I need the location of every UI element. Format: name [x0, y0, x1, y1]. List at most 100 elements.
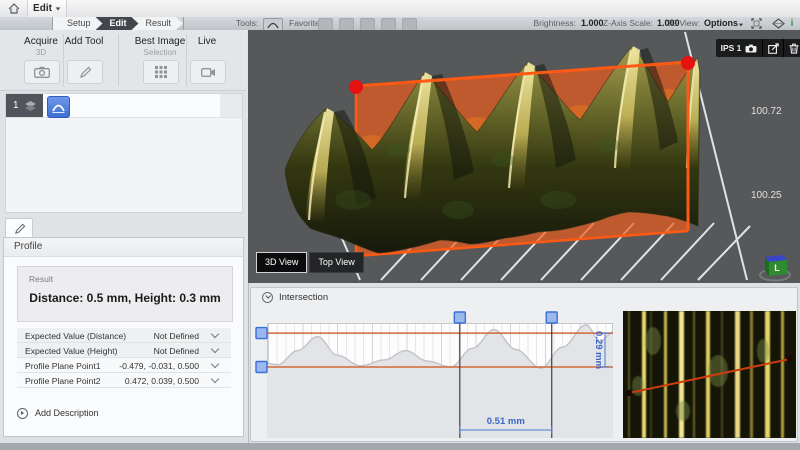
surface-layers-icon: [24, 100, 37, 112]
profile-curve-icon: [51, 100, 66, 114]
intersection-header: Intersection: [251, 288, 797, 306]
row-label: Expected Value (Distance): [25, 331, 126, 341]
pencil-icon: [13, 223, 26, 235]
intersection-title: Intersection: [279, 292, 328, 303]
height-measurement-label: 0.29 mm: [593, 331, 604, 369]
chevron-down-icon: [739, 24, 743, 27]
fit-view-button[interactable]: [748, 17, 764, 29]
favorite-slot[interactable]: [339, 18, 354, 31]
info-icon: i: [791, 18, 794, 29]
dataset-number: 1: [13, 100, 19, 111]
section-endpoint-1: [626, 390, 632, 396]
3d-viewport[interactable]: L IPS 1: [248, 30, 800, 283]
nav-cube-face-label: L: [774, 263, 780, 273]
profile-area-fill: [267, 325, 613, 438]
view-mode-switch: 3D View Top View: [256, 252, 364, 273]
status-strip: [0, 443, 800, 450]
favorite-slot[interactable]: [318, 18, 333, 31]
dataset-list: 1: [5, 93, 243, 213]
table-row[interactable]: Profile Plane Point1 -0.479, -0.031, 0.5…: [17, 358, 231, 373]
title-bar: Edit: [0, 0, 800, 18]
table-row[interactable]: Expected Value (Distance) Not Defined: [17, 328, 231, 343]
video-camera-icon: [201, 67, 216, 78]
info-button[interactable]: i: [786, 17, 798, 29]
step-setup[interactable]: Setup: [53, 17, 103, 30]
left-cursor-handle[interactable]: [454, 312, 465, 323]
diamond-icon: [772, 18, 785, 29]
profile-panel-title: Profile: [4, 238, 243, 257]
camera-icon: [745, 44, 757, 53]
acquire-button[interactable]: [24, 60, 60, 84]
profile-tool-selected-button[interactable]: [47, 96, 70, 118]
table-row[interactable]: Profile Plane Point2 0.472, 0.039, 0.500: [17, 373, 231, 388]
frame-icon: [751, 18, 762, 29]
trash-icon: [789, 43, 799, 54]
add-description-button[interactable]: Add Description: [17, 406, 99, 420]
workflow-steps: Setup Edit Result: [52, 17, 184, 30]
3d-view-options-button[interactable]: Options: [704, 17, 738, 30]
add-tool-button[interactable]: [67, 60, 103, 84]
export-edit-button[interactable]: [762, 39, 783, 57]
left-panel: Acquire 3D Add Tool Best Image Selection: [0, 30, 249, 450]
lower-reference-handle[interactable]: [256, 362, 267, 373]
z-axis-scale-label: Z-Axis Scale:: [598, 17, 653, 30]
favorite-slot[interactable]: [402, 18, 417, 31]
delete-button[interactable]: [783, 39, 800, 57]
viewport-toolbar: IPS 1: [716, 39, 800, 57]
row-label: Profile Plane Point1: [25, 361, 100, 371]
isometric-view-button[interactable]: [770, 17, 786, 29]
row-value: Not Defined: [154, 331, 199, 341]
row-label: Profile Plane Point2: [25, 376, 100, 386]
favorites-slots: [318, 18, 417, 31]
main-toolbar: Setup Edit Result Tools: Favorites: Brig…: [0, 17, 800, 31]
profile-tool-tab[interactable]: [5, 218, 33, 239]
add-description-label: Add Description: [35, 408, 99, 418]
edit-export-icon: [768, 43, 779, 54]
chevron-down-icon[interactable]: [211, 375, 219, 383]
brightness-label: Brightness:: [500, 17, 576, 30]
tools-label: Tools:: [236, 17, 258, 30]
top-view-button[interactable]: Top View: [309, 252, 363, 273]
dataset-cell[interactable]: 1: [6, 94, 43, 117]
row-value: -0.479, -0.031, 0.500: [119, 361, 199, 371]
action-bar: Acquire 3D Add Tool Best Image Selection: [0, 30, 247, 91]
ips-label: IPS 1: [721, 43, 742, 53]
result-value: Distance: 0.5 mm, Height: 0.3 mm: [18, 291, 232, 305]
application-window: Edit Setup Edit Result Tools: Favorites:…: [0, 0, 800, 450]
live-button[interactable]: [190, 60, 226, 84]
home-icon: [7, 2, 21, 15]
upper-reference-handle[interactable]: [256, 328, 267, 339]
edit-menu-tab[interactable]: Edit: [27, 0, 67, 17]
row-label: Expected Value (Height): [25, 346, 118, 356]
plane-endpoint-1[interactable]: [349, 80, 363, 94]
chevron-down-icon[interactable]: [211, 360, 219, 368]
edit-menu-label: Edit: [33, 3, 52, 14]
favorite-slot[interactable]: [381, 18, 396, 31]
acquire-subtitle: 3D: [11, 48, 71, 57]
chevron-down-icon[interactable]: [211, 330, 219, 338]
live-title: Live: [177, 36, 237, 47]
grid-icon: [155, 66, 167, 78]
profile-curve-icon: [267, 21, 279, 29]
section-endpoint-2: [787, 356, 793, 362]
favorite-slot[interactable]: [360, 18, 375, 31]
profile-chart[interactable]: 0.51 mm 0.29 mm: [253, 307, 619, 441]
right-cursor-handle[interactable]: [546, 312, 557, 323]
microscope-preview-image: [623, 311, 796, 438]
table-row[interactable]: Expected Value (Height) Not Defined: [17, 343, 231, 358]
ips-capture-button[interactable]: IPS 1: [716, 39, 762, 57]
3d-view-button[interactable]: 3D View: [256, 252, 307, 273]
best-image-button[interactable]: [143, 60, 179, 84]
result-label: Result: [29, 274, 53, 284]
3d-surface-view[interactable]: L: [248, 30, 800, 283]
pencil-icon: [78, 66, 92, 79]
step-result[interactable]: Result: [132, 17, 184, 30]
chevron-down-icon: [265, 293, 271, 299]
result-box: Result Distance: 0.5 mm, Height: 0.3 mm: [17, 266, 233, 322]
add-tool-title: Add Tool: [54, 36, 114, 47]
collapse-button[interactable]: [262, 292, 273, 303]
plane-endpoint-2[interactable]: [681, 56, 695, 70]
dataset-row[interactable]: 1: [6, 94, 242, 118]
chevron-down-icon[interactable]: [211, 345, 219, 353]
row-end-cell: [220, 94, 242, 117]
